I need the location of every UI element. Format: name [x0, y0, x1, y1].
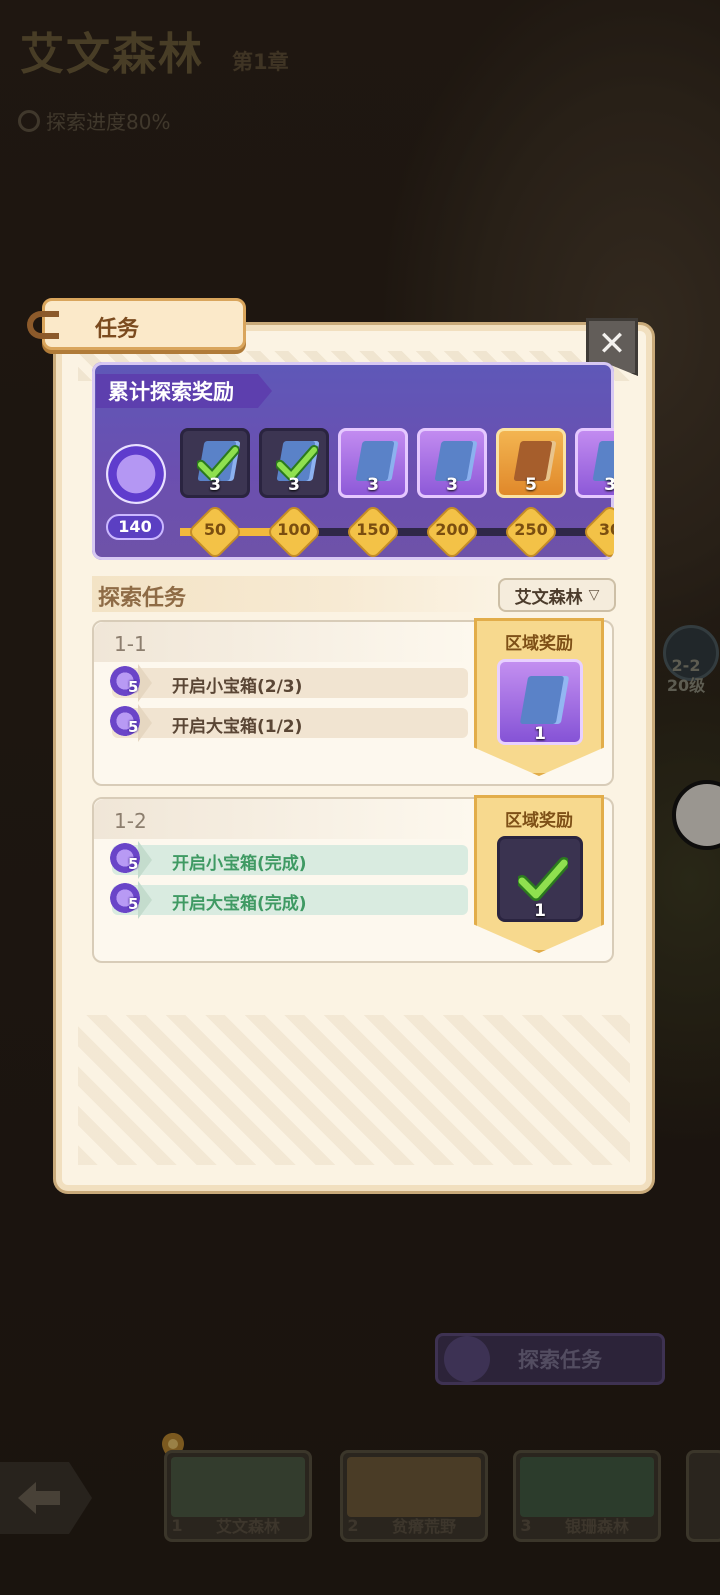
milestone-value: 30 — [598, 520, 614, 539]
cumulative-reward-banner: 累计探索奖励 140 3 3 3 3 5 3 50 100 150 200 250 30 — [92, 362, 614, 560]
reward-item-qty: 3 — [288, 475, 300, 495]
task-row: 5 开启大宝箱(1/2) — [110, 704, 468, 742]
milestone-value: 50 — [203, 520, 227, 539]
task-card-header — [94, 799, 474, 839]
points-token-icon: 5 — [110, 704, 156, 742]
dropdown-triangle-icon: ▽ — [588, 587, 600, 603]
milestone-marker: 100 — [268, 506, 320, 558]
area-reward-title: 区域奖励 — [505, 811, 573, 831]
task-text: 开启小宝箱(完成) — [172, 854, 307, 874]
task-stage-id: 1-2 — [114, 809, 147, 833]
points-token-icon: 5 — [110, 841, 156, 879]
milestone-value: 100 — [277, 520, 311, 539]
compass-icon — [106, 444, 166, 504]
milestone-value: 250 — [514, 520, 548, 539]
task-points: 5 — [128, 718, 139, 736]
reward-item[interactable]: 3 — [180, 428, 250, 498]
section-title: 探索任务 — [98, 586, 187, 611]
reward-item-qty: 3 — [604, 475, 614, 495]
task-points: 5 — [128, 895, 139, 913]
dialog-tab-title: 任务 — [95, 317, 140, 342]
region-filter-dropdown[interactable]: 艾文森林 ▽ — [498, 578, 616, 612]
milestone-value: 200 — [435, 520, 469, 539]
reward-item[interactable]: 5 — [496, 428, 566, 498]
area-reward-qty: 1 — [534, 901, 546, 921]
reward-item-qty: 3 — [367, 475, 379, 495]
task-row: 5 开启小宝箱(2/3) — [110, 664, 468, 702]
task-text: 开启小宝箱(2/3) — [172, 677, 303, 697]
milestone-marker: 30 — [584, 506, 614, 558]
section-header: 探索任务 — [92, 576, 502, 612]
task-stage-id: 1-1 — [114, 632, 147, 656]
hook-icon — [27, 311, 59, 339]
area-reward-item[interactable]: 1 — [497, 836, 583, 922]
milestone-marker: 200 — [426, 506, 478, 558]
points-token-icon: 5 — [110, 664, 156, 702]
banner-title: 累计探索奖励 — [108, 380, 234, 404]
reward-item[interactable]: 3 — [259, 428, 329, 498]
banner-title-ribbon: 累计探索奖励 — [96, 374, 272, 408]
dialog-tab: 任务 — [27, 298, 246, 350]
points-token-icon: 5 — [110, 881, 156, 919]
task-row: 5 开启小宝箱(完成) — [110, 841, 468, 879]
panel-pattern — [78, 1015, 630, 1165]
book-icon — [519, 676, 565, 724]
area-reward-qty: 1 — [534, 724, 546, 744]
task-text: 开启大宝箱(1/2) — [172, 717, 303, 737]
task-card-header — [94, 622, 474, 662]
reward-item-qty: 5 — [525, 475, 537, 495]
task-text: 开启大宝箱(完成) — [172, 894, 307, 914]
milestone-value: 150 — [356, 520, 390, 539]
task-row: 5 开启大宝箱(完成) — [110, 881, 468, 919]
exploration-points: 140 — [106, 514, 164, 540]
reward-item-qty: 3 — [209, 475, 221, 495]
milestone-marker: 50 — [189, 506, 241, 558]
region-filter-value: 艾文森林 — [514, 587, 583, 608]
reward-item[interactable]: 3 — [417, 428, 487, 498]
reward-item[interactable]: 3 — [338, 428, 408, 498]
reward-item[interactable]: 3 — [575, 428, 614, 498]
reward-item-qty: 3 — [446, 475, 458, 495]
checkmark-icon — [518, 857, 568, 901]
area-reward-item[interactable]: 1 — [497, 659, 583, 745]
task-card-1-1: 1-1 5 开启小宝箱(2/3) 5 开启大宝箱(1/2) 区域奖励 1 — [92, 618, 614, 786]
task-card-1-2: 1-2 5 开启小宝箱(完成) 5 开启大宝箱(完成) 区域奖励 1 — [92, 795, 614, 963]
area-reward[interactable]: 区域奖励 1 — [474, 618, 604, 776]
area-reward[interactable]: 区域奖励 1 — [474, 795, 604, 953]
task-points: 5 — [128, 678, 139, 696]
task-points: 5 — [128, 855, 139, 873]
milestone-marker: 250 — [505, 506, 557, 558]
milestone-marker: 150 — [347, 506, 399, 558]
area-reward-title: 区域奖励 — [505, 634, 573, 654]
